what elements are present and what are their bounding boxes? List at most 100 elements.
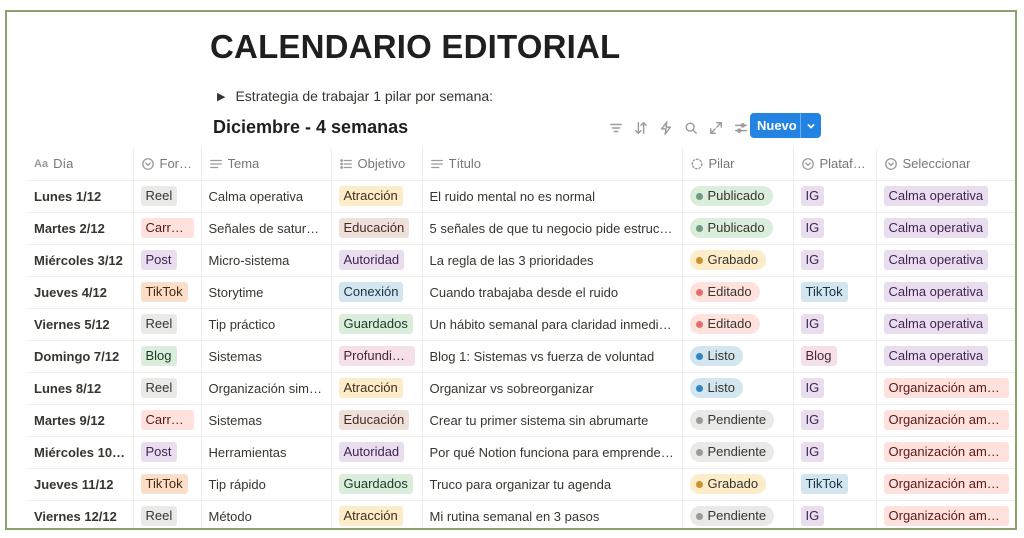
cell-formato[interactable]: Post — [133, 244, 202, 277]
cell-titulo[interactable]: Crear tu primer sistema sin abrumarte — [422, 404, 683, 437]
cell-pilar[interactable]: Editado — [682, 308, 794, 341]
cell-plataforma[interactable]: IG — [793, 244, 877, 277]
chevron-down-icon[interactable] — [801, 121, 821, 131]
cell-seleccionar[interactable]: Calma operativa — [876, 212, 1015, 245]
cell-titulo[interactable]: 5 señales de que tu negocio pide estruct… — [422, 212, 683, 245]
table-row[interactable]: Jueves 4/12 TikTok Storytime Conexión Cuando… — [27, 276, 1015, 309]
cell-dia[interactable]: Jueves 11/12 — [27, 468, 134, 501]
cell-titulo[interactable]: El ruido mental no es normal — [422, 180, 683, 213]
cell-titulo[interactable]: Un hábito semanal para claridad inmediat… — [422, 308, 683, 341]
cell-seleccionar[interactable]: Calma operativa — [876, 244, 1015, 277]
cell-plataforma[interactable]: Blog — [793, 340, 877, 373]
cell-pilar[interactable]: Pendiente — [682, 500, 794, 528]
cell-seleccionar[interactable]: Organización amable — [876, 404, 1015, 437]
cell-tema[interactable]: Tip práctico — [201, 308, 332, 341]
cell-tema[interactable]: Método — [201, 500, 332, 528]
cell-objetivo[interactable]: Guardados — [331, 468, 423, 501]
cell-dia[interactable]: Domingo 7/12 — [27, 340, 134, 373]
cell-formato[interactable]: Reel — [133, 308, 202, 341]
cell-pilar[interactable]: Publicado — [682, 212, 794, 245]
cell-seleccionar[interactable]: Organización amable — [876, 372, 1015, 405]
cell-formato[interactable]: Reel — [133, 500, 202, 528]
cell-objetivo[interactable]: Educación — [331, 404, 423, 437]
cell-objetivo[interactable]: Autoridad — [331, 436, 423, 469]
strategy-toggle[interactable]: ▶ Estrategia de trabajar 1 pilar por sem… — [217, 88, 493, 104]
cell-seleccionar[interactable]: Organización amable — [876, 500, 1015, 528]
cell-titulo[interactable]: Blog 1: Sistemas vs fuerza de voluntad — [422, 340, 683, 373]
cell-objetivo[interactable]: Profundidad — [331, 340, 423, 373]
column-header-titulo[interactable]: Título — [422, 148, 683, 181]
cell-dia[interactable]: Miércoles 3/12 — [27, 244, 134, 277]
cell-dia[interactable]: Martes 2/12 — [27, 212, 134, 245]
cell-plataforma[interactable]: TikTok — [793, 276, 877, 309]
table-row[interactable]: Martes 9/12 Carrusel Sistemas Educación Crea… — [27, 404, 1015, 437]
cell-objetivo[interactable]: Guardados — [331, 308, 423, 341]
cell-dia[interactable]: Miércoles 10/12 — [27, 436, 134, 469]
cell-objetivo[interactable]: Atracción — [331, 180, 423, 213]
table-row[interactable]: Miércoles 3/12 Post Micro-sistema Autoridad… — [27, 244, 1015, 277]
cell-pilar[interactable]: Pendiente — [682, 436, 794, 469]
column-header-pilar[interactable]: Pilar — [682, 148, 794, 181]
database-view-title[interactable]: Diciembre - 4 semanas — [213, 117, 408, 138]
cell-titulo[interactable]: Cuando trabajaba desde el ruido — [422, 276, 683, 309]
cell-tema[interactable]: Calma operativa — [201, 180, 332, 213]
cell-dia[interactable]: Viernes 5/12 — [27, 308, 134, 341]
cell-formato[interactable]: Reel — [133, 372, 202, 405]
cell-seleccionar[interactable]: Calma operativa — [876, 308, 1015, 341]
cell-plataforma[interactable]: IG — [793, 404, 877, 437]
automation-icon[interactable] — [654, 116, 678, 140]
cell-plataforma[interactable]: TikTok — [793, 468, 877, 501]
cell-formato[interactable]: Blog — [133, 340, 202, 373]
cell-plataforma[interactable]: IG — [793, 436, 877, 469]
cell-dia[interactable]: Martes 9/12 — [27, 404, 134, 437]
cell-tema[interactable]: Micro-sistema — [201, 244, 332, 277]
cell-objetivo[interactable]: Educación — [331, 212, 423, 245]
expand-icon[interactable] — [704, 116, 728, 140]
column-header-formato[interactable]: Formato — [133, 148, 202, 181]
cell-plataforma[interactable]: IG — [793, 500, 877, 528]
cell-objetivo[interactable]: Atracción — [331, 500, 423, 528]
cell-pilar[interactable]: Pendiente — [682, 404, 794, 437]
column-header-objetivo[interactable]: Objetivo — [331, 148, 423, 181]
cell-pilar[interactable]: Grabado — [682, 244, 794, 277]
cell-objetivo[interactable]: Autoridad — [331, 244, 423, 277]
cell-formato[interactable]: Reel — [133, 180, 202, 213]
cell-plataforma[interactable]: IG — [793, 180, 877, 213]
cell-dia[interactable]: Viernes 12/12 — [27, 500, 134, 528]
cell-tema[interactable]: Señales de saturación — [201, 212, 332, 245]
cell-plataforma[interactable]: IG — [793, 308, 877, 341]
sort-icon[interactable] — [629, 116, 653, 140]
cell-tema[interactable]: Organización simple — [201, 372, 332, 405]
table-row[interactable]: Lunes 1/12 Reel Calma operativa Atracción El… — [27, 180, 1015, 213]
cell-dia[interactable]: Jueves 4/12 — [27, 276, 134, 309]
search-icon[interactable] — [679, 116, 703, 140]
cell-seleccionar[interactable]: Organización amable — [876, 468, 1015, 501]
new-button[interactable]: Nuevo — [750, 113, 821, 138]
table-row[interactable]: Lunes 8/12 Reel Organización simple Atracci… — [27, 372, 1015, 405]
cell-formato[interactable]: TikTok — [133, 468, 202, 501]
column-header-tema[interactable]: Tema — [201, 148, 332, 181]
cell-seleccionar[interactable]: Calma operativa — [876, 340, 1015, 373]
cell-plataforma[interactable]: IG — [793, 212, 877, 245]
cell-seleccionar[interactable]: Calma operativa — [876, 276, 1015, 309]
cell-formato[interactable]: TikTok — [133, 276, 202, 309]
cell-tema[interactable]: Tip rápido — [201, 468, 332, 501]
cell-titulo[interactable]: La regla de las 3 prioridades — [422, 244, 683, 277]
cell-pilar[interactable]: Publicado — [682, 180, 794, 213]
cell-pilar[interactable]: Listo — [682, 372, 794, 405]
cell-titulo[interactable]: Truco para organizar tu agenda — [422, 468, 683, 501]
column-header-dia[interactable]: Aa Día — [27, 148, 134, 181]
cell-titulo[interactable]: Mi rutina semanal en 3 pasos — [422, 500, 683, 528]
cell-formato[interactable]: Carrusel — [133, 212, 202, 245]
cell-formato[interactable]: Carrusel — [133, 404, 202, 437]
cell-seleccionar[interactable]: Calma operativa — [876, 180, 1015, 213]
table-row[interactable]: Domingo 7/12 Blog Sistemas Profundidad Blog … — [27, 340, 1015, 373]
filter-icon[interactable] — [604, 116, 628, 140]
cell-tema[interactable]: Sistemas — [201, 340, 332, 373]
cell-objetivo[interactable]: Conexión — [331, 276, 423, 309]
cell-tema[interactable]: Sistemas — [201, 404, 332, 437]
cell-formato[interactable]: Post — [133, 436, 202, 469]
cell-dia[interactable]: Lunes 1/12 — [27, 180, 134, 213]
table-row[interactable]: Viernes 5/12 Reel Tip práctico Guardados Un … — [27, 308, 1015, 341]
cell-pilar[interactable]: Grabado — [682, 468, 794, 501]
